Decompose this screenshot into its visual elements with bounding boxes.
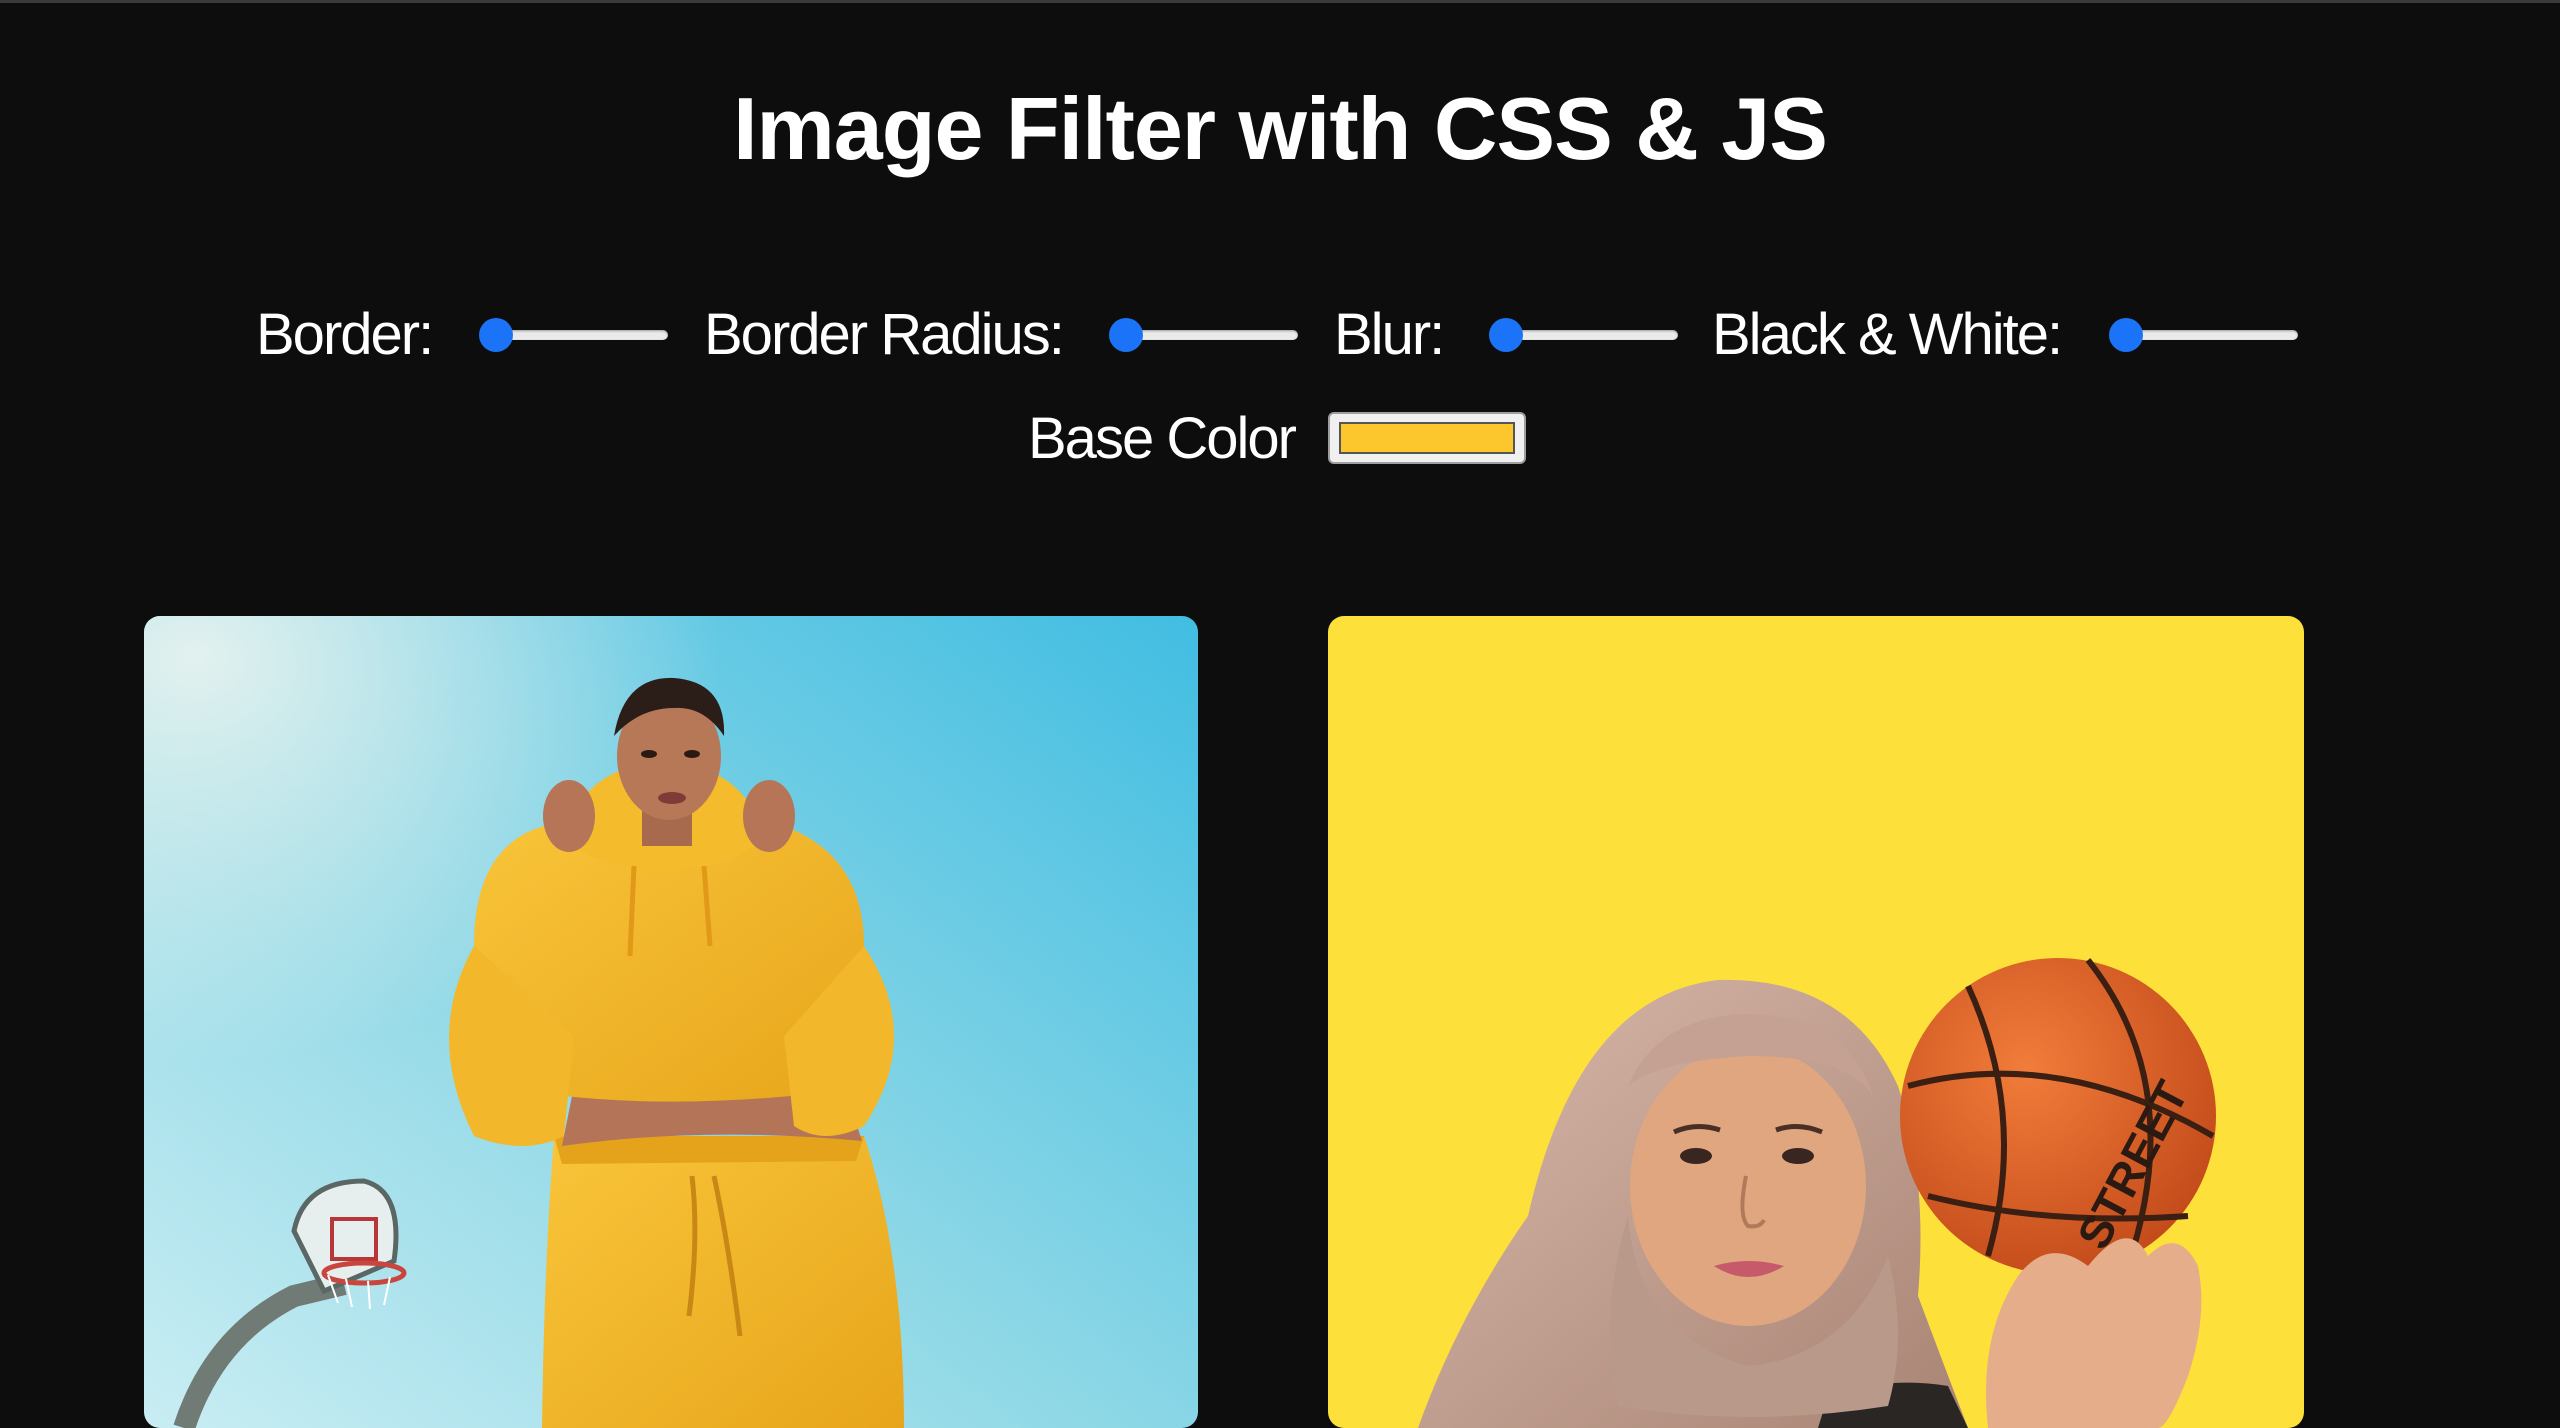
slider-track xyxy=(1116,330,1298,340)
base-color-row: Base Color xyxy=(0,404,2560,474)
blur-slider[interactable] xyxy=(1489,318,1678,352)
image-card-2: STREET xyxy=(1328,616,2304,1428)
photo-woman-yellow-hoodie xyxy=(144,616,1198,1428)
slider-thumb[interactable] xyxy=(1489,318,1523,352)
slider-track xyxy=(1496,330,1678,340)
slider-thumb[interactable] xyxy=(479,318,513,352)
slider-thumb[interactable] xyxy=(1109,318,1143,352)
black-white-label: Black & White: xyxy=(1712,302,2063,367)
slider-thumb[interactable] xyxy=(2109,318,2143,352)
base-color-label: Base Color xyxy=(1028,406,1297,471)
black-white-slider[interactable] xyxy=(2109,318,2298,352)
window-top-edge xyxy=(0,0,2560,3)
border-label: Border: xyxy=(256,302,434,367)
page-title: Image Filter with CSS & JS xyxy=(733,79,1828,178)
border-radius-label: Border Radius: xyxy=(704,302,1065,367)
image-card-1 xyxy=(144,616,1198,1428)
border-slider[interactable] xyxy=(479,318,668,352)
border-radius-slider[interactable] xyxy=(1109,318,1298,352)
blur-label: Blur: xyxy=(1334,302,1445,367)
photo-woman-hijab-basketball: STREET xyxy=(1328,616,2304,1428)
filter-controls: Border: Border Radius: Blur: Black & Whi… xyxy=(0,300,2560,370)
slider-track xyxy=(2116,330,2298,340)
base-color-picker[interactable] xyxy=(1328,412,1526,464)
color-preview xyxy=(1339,422,1515,454)
slider-track xyxy=(486,330,668,340)
